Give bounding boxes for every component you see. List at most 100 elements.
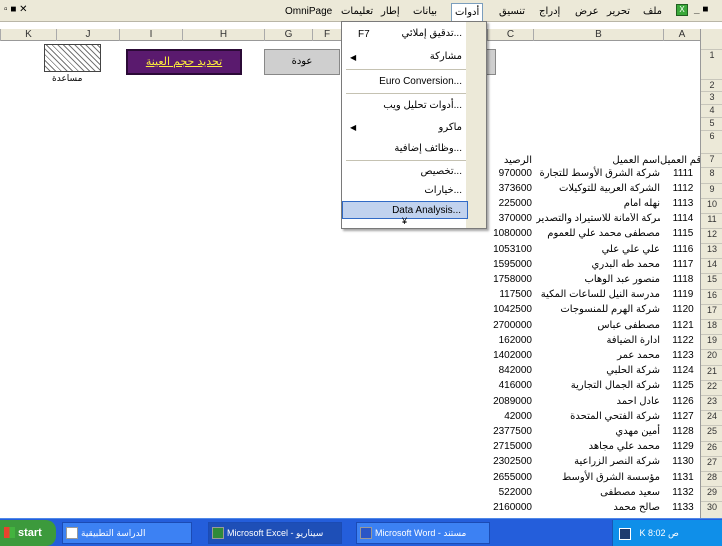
menu-window[interactable]: إطار — [378, 4, 403, 19]
name-cell[interactable]: محمد طه البدري — [536, 259, 660, 270]
balance-cell[interactable]: 2715000 — [490, 441, 532, 452]
menu-item-euro-conversion[interactable]: Euro Conversion... — [342, 73, 468, 91]
row-header[interactable]: 18 — [701, 319, 722, 333]
row-header[interactable]: 23 — [701, 395, 722, 409]
name-cell[interactable]: شركة النصر الزراعية — [536, 456, 660, 467]
language-icon[interactable] — [619, 527, 631, 540]
sample-size-button[interactable]: تحديد حجم العينة — [126, 49, 242, 75]
header-balance[interactable]: الرصيد — [490, 155, 532, 166]
menu-view[interactable]: عرض — [572, 4, 602, 19]
taskbar-task-folder[interactable]: الدراسة التطبيقية — [62, 522, 192, 544]
menu-data[interactable]: بيانات — [410, 4, 440, 19]
balance-cell[interactable]: 2160000 — [490, 502, 532, 513]
name-cell[interactable]: محمد علي مجاهد — [536, 441, 660, 452]
code-cell[interactable]: 1127 — [668, 411, 698, 422]
balance-cell[interactable]: 42000 — [490, 411, 532, 422]
column-header-i[interactable]: I — [119, 29, 182, 41]
name-cell[interactable]: مصطفى محمد علي للعموم — [536, 228, 660, 239]
row-header[interactable]: 27 — [701, 456, 722, 470]
code-cell[interactable]: 1131 — [668, 472, 698, 483]
column-header-a[interactable]: A — [663, 29, 700, 41]
code-cell[interactable]: 1123 — [668, 350, 698, 361]
name-cell[interactable]: شركة الأمانة للاستيراد والتصدير — [536, 213, 660, 224]
code-cell[interactable]: 1126 — [668, 396, 698, 407]
menu-item-macro[interactable]: ماكرو — [342, 119, 468, 137]
balance-cell[interactable]: 842000 — [490, 365, 532, 376]
balance-cell[interactable]: 522000 — [490, 487, 532, 498]
row-header[interactable]: 7 — [701, 153, 722, 167]
hatched-drawing-object[interactable] — [44, 44, 101, 72]
column-header-c[interactable]: C — [487, 29, 533, 41]
name-cell[interactable]: صالح محمد — [536, 502, 660, 513]
menu-help[interactable]: تعليمات — [338, 4, 376, 19]
code-cell[interactable]: 1118 — [668, 274, 698, 285]
row-header[interactable]: 22 — [701, 380, 722, 394]
balance-cell[interactable]: 1042500 — [490, 304, 532, 315]
column-header-h[interactable]: H — [182, 29, 264, 41]
balance-cell[interactable]: 225000 — [490, 198, 532, 209]
name-cell[interactable]: شركة الحلبي — [536, 365, 660, 376]
name-cell[interactable]: منصور عبد الوهاب — [536, 274, 660, 285]
balance-cell[interactable]: 1758000 — [490, 274, 532, 285]
code-cell[interactable]: 1113 — [668, 198, 698, 209]
column-header-j[interactable]: J — [56, 29, 119, 41]
row-header[interactable]: 17 — [701, 304, 722, 318]
row-header[interactable]: 13 — [701, 243, 722, 257]
help-label[interactable]: مساعدة — [52, 73, 82, 84]
row-header[interactable]: 14 — [701, 258, 722, 272]
balance-cell[interactable]: 162000 — [490, 335, 532, 346]
menu-item-web-analysis-tools[interactable]: أدوات تحليل ويب... — [342, 97, 468, 115]
code-cell[interactable]: 1128 — [668, 426, 698, 437]
taskbar-task-word[interactable]: Microsoft Word - مستند — [356, 522, 490, 544]
balance-cell[interactable]: 1053100 — [490, 244, 532, 255]
name-cell[interactable]: سعيد مصطفى — [536, 487, 660, 498]
menu-format[interactable]: تنسيق — [496, 4, 528, 19]
name-cell[interactable]: مصطفى عباس — [536, 320, 660, 331]
code-cell[interactable]: 1130 — [668, 456, 698, 467]
row-header[interactable]: 19 — [701, 334, 722, 348]
name-cell[interactable]: شركة الهرم للمنسوجات — [536, 304, 660, 315]
column-header-g[interactable]: G — [264, 29, 312, 41]
code-cell[interactable]: 1133 — [668, 502, 698, 513]
balance-cell[interactable]: 2700000 — [490, 320, 532, 331]
balance-cell[interactable]: 1402000 — [490, 350, 532, 361]
code-cell[interactable]: 1132 — [668, 487, 698, 498]
header-customer-name[interactable]: اسم العميل — [536, 155, 660, 166]
row-header[interactable]: 12 — [701, 228, 722, 242]
column-header-f[interactable]: F — [312, 29, 341, 41]
menu-insert[interactable]: إدراج — [536, 4, 563, 19]
name-cell[interactable]: شركة الفتحي المتحدة — [536, 411, 660, 422]
code-cell[interactable]: 1115 — [668, 228, 698, 239]
balance-cell[interactable]: 416000 — [490, 380, 532, 391]
menu-item-options[interactable]: خيارات... — [342, 182, 468, 200]
menu-item-share[interactable]: مشاركة — [342, 48, 468, 66]
expand-menu-chevron-icon[interactable]: ¥ — [402, 216, 407, 226]
balance-cell[interactable]: 970000 — [490, 168, 532, 179]
code-cell[interactable]: 1111 — [668, 168, 698, 179]
row-header[interactable]: 3 — [701, 91, 722, 102]
name-cell[interactable]: محمد عمر — [536, 350, 660, 361]
row-header[interactable]: 8 — [701, 167, 722, 181]
row-header[interactable]: 9 — [701, 183, 722, 197]
name-cell[interactable]: شركة الجمال التجارية — [536, 380, 660, 391]
balance-cell[interactable]: 2655000 — [490, 472, 532, 483]
balance-cell[interactable]: 370000 — [490, 213, 532, 224]
row-header[interactable]: 26 — [701, 441, 722, 455]
code-cell[interactable]: 1125 — [668, 380, 698, 391]
row-header[interactable]: 15 — [701, 273, 722, 287]
row-header[interactable]: 30 — [701, 501, 722, 515]
row-header[interactable]: 4 — [701, 104, 722, 115]
code-cell[interactable]: 1119 — [668, 289, 698, 300]
name-cell[interactable]: نهله امام — [536, 198, 660, 209]
column-header-b[interactable]: B — [533, 29, 663, 41]
menu-file[interactable]: ملف — [640, 4, 665, 19]
row-header[interactable]: 29 — [701, 486, 722, 500]
row-header[interactable]: 25 — [701, 425, 722, 439]
column-header-k[interactable]: K — [0, 29, 56, 41]
start-button[interactable]: start — [0, 520, 56, 546]
name-cell[interactable]: أمين مهدي — [536, 426, 660, 437]
name-cell[interactable]: ادارة الضيافة — [536, 335, 660, 346]
code-cell[interactable]: 1117 — [668, 259, 698, 270]
name-cell[interactable]: عادل احمد — [536, 396, 660, 407]
header-customer-code[interactable]: رقم العميل — [660, 155, 700, 166]
